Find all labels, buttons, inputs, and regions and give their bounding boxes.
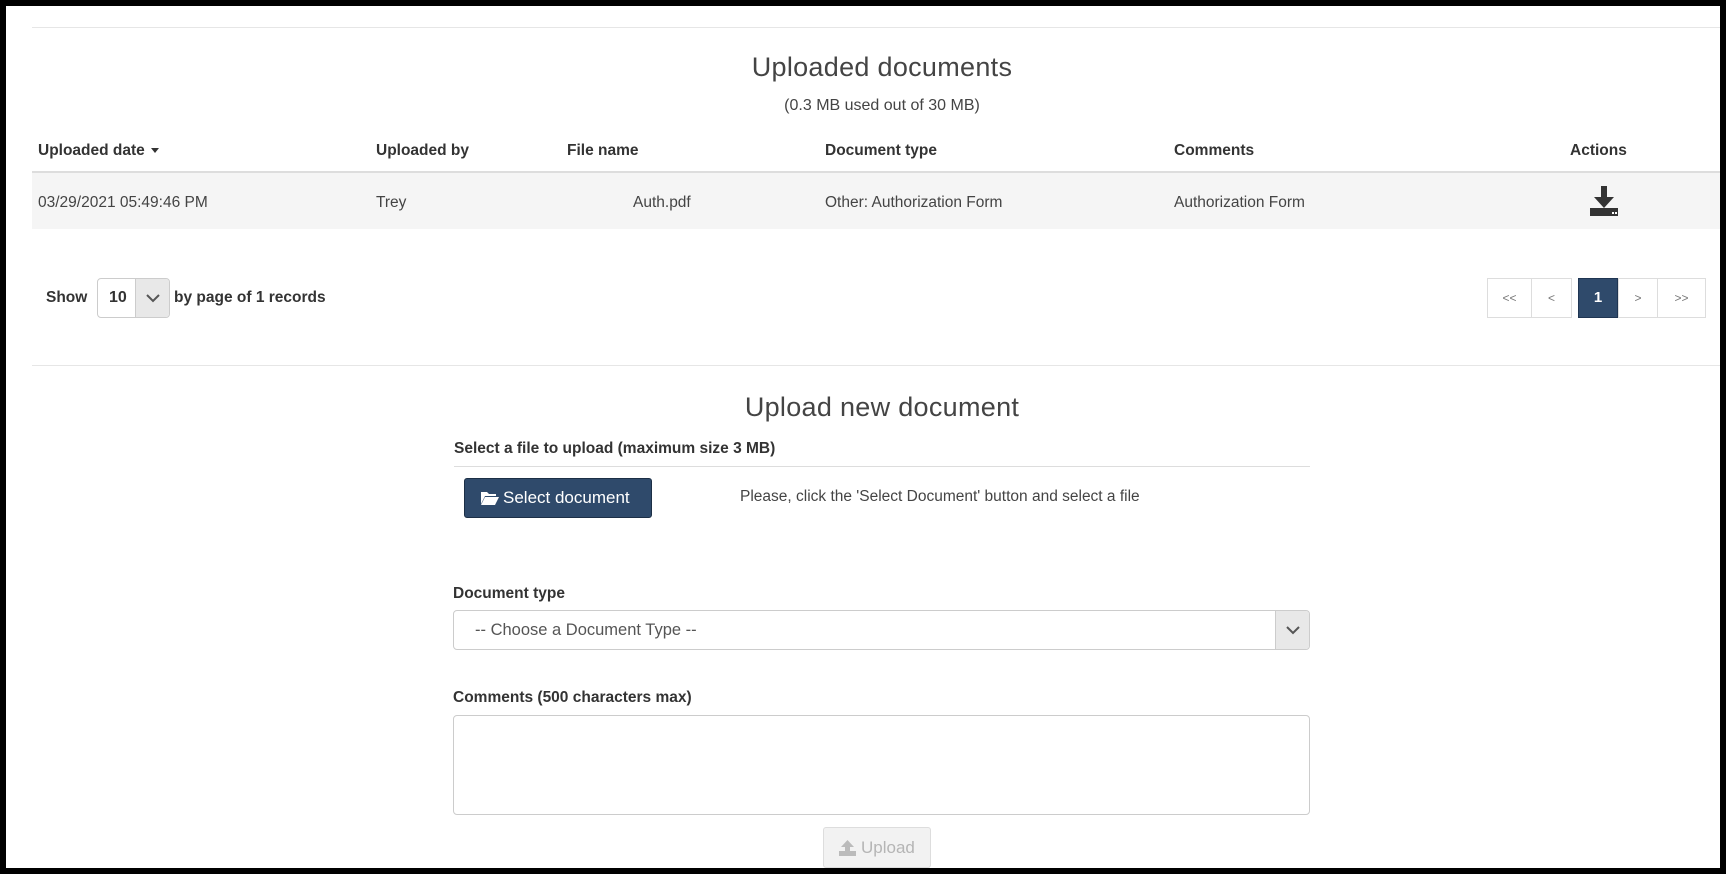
cell-uploaded-date: 03/29/2021 05:49:46 PM <box>38 194 208 211</box>
document-type-select[interactable]: -- Choose a Document Type -- <box>453 610 1310 650</box>
cell-comments: Authorization Form <box>1174 194 1305 211</box>
sort-desc-icon <box>150 148 159 154</box>
column-header-uploaded-by[interactable]: Uploaded by <box>376 142 469 160</box>
select-document-label: Select document <box>503 488 630 507</box>
column-header-actions: Actions <box>1570 142 1627 159</box>
page-content: Uploaded documents (0.3 MB used out of 3… <box>6 6 1720 868</box>
upload-new-document-title: Upload new document <box>744 392 1020 422</box>
cell-uploaded-by: Trey <box>376 194 407 211</box>
upload-button[interactable]: Upload <box>823 827 931 868</box>
column-header-file-name[interactable]: File name <box>567 142 639 160</box>
document-type-placeholder: -- Choose a Document Type -- <box>475 621 697 639</box>
comments-label: Comments (500 characters max) <box>453 689 692 706</box>
pager-current-page[interactable]: 1 <box>1578 278 1618 318</box>
chevron-down-icon <box>1286 626 1300 635</box>
pager-first-button[interactable]: << <box>1487 278 1532 318</box>
show-label: Show <box>46 289 88 306</box>
column-header-uploaded-date[interactable]: Uploaded date <box>38 142 159 160</box>
records-info: by page of 1 records <box>174 289 326 307</box>
pager-last-button[interactable]: >> <box>1657 278 1706 318</box>
records-prefix: by page of <box>174 289 256 306</box>
pager-prev-button[interactable]: < <box>1531 278 1572 318</box>
section-divider <box>32 365 1720 366</box>
window-frame: Uploaded documents (0.3 MB used out of 3… <box>0 0 1726 874</box>
download-icon[interactable] <box>1587 184 1621 218</box>
column-header-document-type[interactable]: Document type <box>825 142 937 160</box>
top-divider <box>32 27 1720 28</box>
storage-usage: (0.3 MB used out of 30 MB) <box>784 97 980 114</box>
page-size-value: 10 <box>109 289 127 306</box>
records-suffix: records <box>264 289 326 306</box>
document-type-label: Document type <box>453 585 565 602</box>
document-type-dropdown-button[interactable] <box>1275 611 1309 649</box>
file-label-divider <box>454 466 1310 467</box>
comments-textarea[interactable] <box>453 715 1310 815</box>
upload-icon <box>839 840 856 856</box>
cell-document-type: Other: Authorization Form <box>825 194 1003 211</box>
uploaded-documents-title: Uploaded documents <box>751 52 1013 82</box>
select-document-button[interactable]: Select document <box>464 478 652 518</box>
select-file-hint: Please, click the 'Select Document' butt… <box>740 488 1140 505</box>
pager-next-button[interactable]: > <box>1618 278 1658 318</box>
column-header-label: Uploaded date <box>38 142 145 159</box>
page-size-dropdown-button[interactable] <box>135 279 169 317</box>
cell-file-name: Auth.pdf <box>633 194 691 211</box>
chevron-down-icon <box>146 294 160 303</box>
upload-button-label: Upload <box>861 838 915 857</box>
column-header-comments[interactable]: Comments <box>1174 142 1254 160</box>
folder-open-icon <box>481 492 499 505</box>
file-select-label: Select a file to upload (maximum size 3 … <box>454 440 776 457</box>
page-size-select[interactable]: 10 <box>97 278 170 318</box>
